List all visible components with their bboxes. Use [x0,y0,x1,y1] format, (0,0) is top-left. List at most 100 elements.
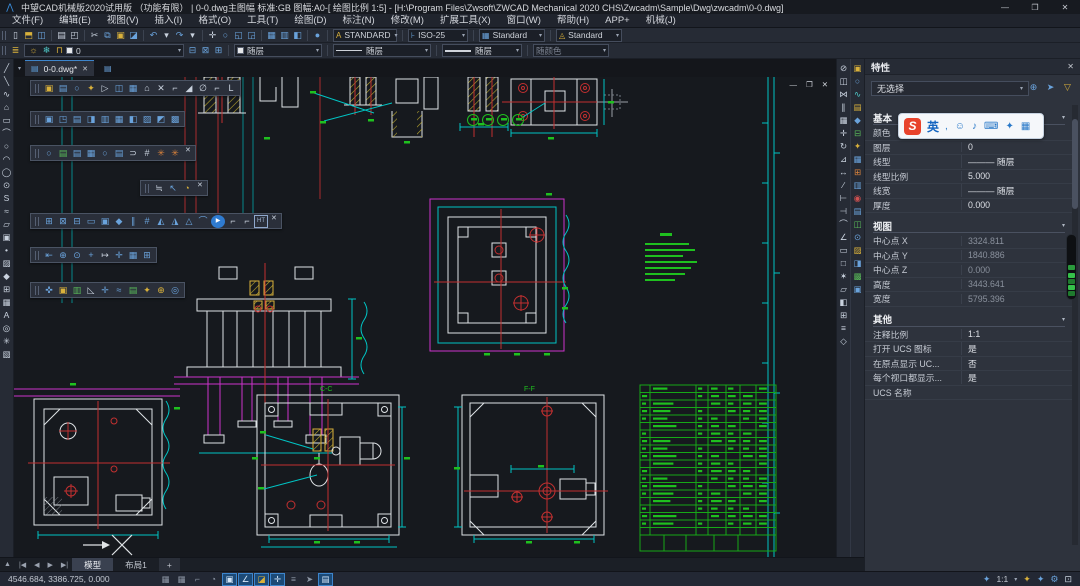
floating-toolbar-button[interactable]: ◳ [56,113,70,126]
floating-toolbar-button[interactable]: ∥ [126,215,140,228]
property-row[interactable]: 图层0 [865,141,1073,156]
draw-tool-button[interactable]: ▱ [0,218,13,231]
floating-toolbar-button[interactable]: ○ [42,147,56,160]
draw-tool-button[interactable]: ⌂ [0,101,13,114]
toolbar-close-icon[interactable]: ✕ [271,214,277,222]
mech-tool-button[interactable]: ▨ [851,244,864,257]
layer-tool-button[interactable]: ⊠ [199,44,212,57]
floating-toolbar-button[interactable]: ▶ [211,215,225,228]
property-value[interactable]: 否 [961,357,1065,370]
modify-tool-button[interactable]: ⊘ [837,62,850,75]
toolbar-grip[interactable] [35,286,39,295]
floating-toolbar-button[interactable]: ⌒ [196,215,210,228]
modify-tool-button[interactable]: ↻ [837,140,850,153]
property-value[interactable]: 3324.811 [961,236,1065,246]
floating-toolbar-button[interactable]: ◭ [154,215,168,228]
modify-tool-button[interactable]: ✶ [837,270,850,283]
menu-item[interactable]: 扩展工具(X) [432,14,499,28]
toolbar-grip[interactable] [35,251,39,260]
floating-toolbar-button[interactable]: ◮ [168,215,182,228]
floating-toolbar-button[interactable]: ○ [70,82,84,95]
draw-tool-button[interactable]: ◎ [0,322,13,335]
draw-tool-button[interactable]: ◠ [0,153,13,166]
property-row[interactable]: UCS 名称 [865,386,1073,401]
modify-tool-button[interactable]: ⊣ [837,205,850,218]
draw-tool-button[interactable]: ∿ [0,88,13,101]
menu-item[interactable]: 帮助(H) [549,14,597,28]
toolbar-button[interactable]: ⧉ [101,29,114,42]
floating-toolbar-button[interactable]: ◢ [182,82,196,95]
toolbar-button[interactable]: ▯ [9,29,22,42]
floating-toolbar-button[interactable]: ⌐ [210,82,224,95]
layer-state-icon[interactable]: ⊓ [53,44,66,57]
property-value[interactable]: 0.000 [961,200,1065,210]
modify-tool-button[interactable]: ▱ [837,283,850,296]
toolbar-button[interactable]: ◲ [245,29,258,42]
toolbar-grip[interactable] [35,84,39,93]
status-toggle-icon[interactable]: ◪ [254,573,269,586]
mech-tool-button[interactable]: ▣ [851,62,864,75]
draw-tool-button[interactable]: ≈ [0,205,13,218]
floating-toolbar-button[interactable]: ◺ [84,284,98,297]
toolbar-close-icon[interactable]: ✕ [185,146,191,154]
modify-tool-button[interactable]: ∕ [837,179,850,192]
layout-nav-button[interactable]: ▶| [57,561,72,569]
draw-tool-button[interactable]: ◆ [0,270,13,283]
floating-toolbar-3[interactable]: ○▤▤▦○▤⊃#✳✳✕ [30,145,196,161]
layout-tab-布局1[interactable]: 布局1 [113,558,159,572]
menu-item[interactable]: 机械(J) [638,14,684,28]
layout-tab-模型[interactable]: 模型 [72,558,113,572]
minimize-button[interactable]: — [990,3,1020,12]
mdi-close-icon[interactable]: ✕ [822,80,828,89]
floating-toolbar-button[interactable]: ↦ [98,249,112,262]
dim-style-combo[interactable]: ⊦ ISO-25▾ [408,29,468,42]
floating-toolbar-button[interactable]: L [224,82,238,95]
floating-toolbar-button[interactable]: ▣ [56,284,70,297]
modify-tool-button[interactable]: ⌒ [837,218,850,231]
property-row[interactable]: 厚度0.000 [865,199,1073,214]
menu-item[interactable]: 修改(M) [383,14,432,28]
ime-tool-icon[interactable]: ♪ [972,121,977,132]
toolbar-button[interactable]: ✂ [88,29,101,42]
property-value[interactable]: 5.000 [961,171,1065,181]
layout-nav-button[interactable]: |◀ [15,561,30,569]
floating-toolbar-button[interactable]: ◧ [126,113,140,126]
modify-tool-button[interactable]: ∥ [837,101,850,114]
property-row[interactable]: 高度3443.641 [865,278,1073,293]
layer-state-icon[interactable]: ☼ [27,44,40,57]
draw-tool-button[interactable]: ⊞ [0,283,13,296]
document-tab-close-icon[interactable]: ✕ [82,65,88,73]
floating-toolbar-button[interactable]: ◎ [168,284,182,297]
floating-toolbar-button[interactable]: ◨ [84,113,98,126]
floating-toolbar-button[interactable]: ⌂ [140,82,154,95]
mech-tool-button[interactable]: ✦ [851,140,864,153]
text-style-combo[interactable]: A STANDARD▾ [333,29,397,42]
layer-manager-button[interactable]: ≣ [9,44,22,57]
toolbar-button[interactable]: ○ [219,29,232,42]
menu-item[interactable]: 绘图(D) [286,14,334,28]
status-toggle-icon[interactable]: ≡ [286,573,301,586]
linetype-combo[interactable]: 随层▾ [333,44,431,57]
property-row[interactable]: 线宽——— 随层 [865,184,1073,199]
mech-tool-button[interactable]: ⊞ [851,166,864,179]
floating-toolbar-button[interactable]: ▤ [56,147,70,160]
floating-toolbar-button[interactable]: ▣ [42,82,56,95]
status-toggle-icon[interactable]: ✛ [270,573,285,586]
modify-tool-button[interactable]: ◧ [837,296,850,309]
draw-tool-button[interactable]: ○ [0,140,13,153]
color-combo[interactable]: 随层▾ [234,44,322,57]
floating-toolbar-button[interactable]: ↖ [166,182,180,195]
floating-toolbar-button[interactable]: ▣ [42,113,56,126]
toolbar-button[interactable]: ▦ [265,29,278,42]
toolbar-grip[interactable] [145,184,149,193]
mech-tool-button[interactable]: ▣ [851,283,864,296]
ime-toolbar[interactable]: S 英 ,☺♪⌨✦▦ [898,113,1044,139]
menu-item[interactable]: 格式(O) [190,14,239,28]
modify-tool-button[interactable]: ≡ [837,322,850,335]
toolbar-button[interactable]: ● [311,29,324,42]
mech-tool-button[interactable]: ◫ [851,218,864,231]
floating-toolbar-button[interactable]: # [140,215,154,228]
floating-toolbar-button[interactable]: ∅ [196,82,210,95]
properties-panel-header[interactable]: 特性 ✕ [865,59,1080,75]
ime-tool-icon[interactable]: ✦ [1005,121,1013,132]
